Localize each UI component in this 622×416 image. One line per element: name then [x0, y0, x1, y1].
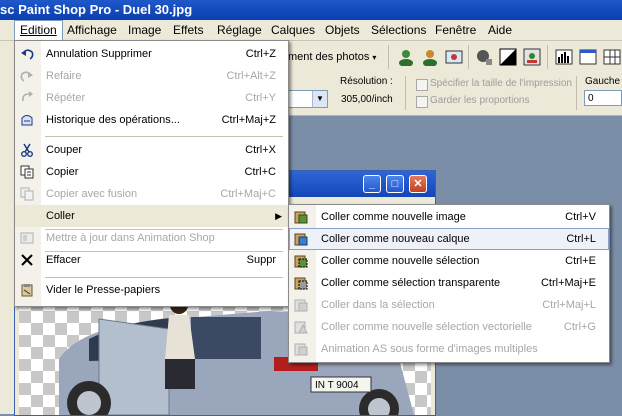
tools-palette — [0, 41, 15, 414]
clear-icon — [19, 252, 35, 268]
submenu-item-animation-multiple-images[interactable]: Animation AS sous forme d'images multipl… — [289, 338, 609, 360]
menu-item-paste[interactable]: Coller ▶ — [15, 205, 288, 227]
menu-objets[interactable]: Objets — [320, 20, 365, 40]
paste-vector-icon — [293, 319, 309, 335]
paste-image-icon — [293, 209, 309, 225]
sharpen-icon[interactable] — [472, 45, 496, 69]
print-size-label: Spécifier la taille de l'impression — [430, 78, 572, 89]
submenu-item-paste-into-selection[interactable]: Coller dans la sélection Ctrl+Maj+L — [289, 294, 609, 316]
toolbar-divider — [405, 76, 406, 110]
color-adjust-icon[interactable] — [520, 45, 544, 69]
menubar: Edition Affichage Image Effets Réglage C… — [0, 20, 622, 41]
submenu-item-paste-transparent-selection[interactable]: Coller comme sélection transparente Ctrl… — [289, 272, 609, 294]
menu-item-undo[interactable]: Annulation Supprimer Ctrl+Z — [15, 43, 288, 65]
grid-icon[interactable] — [600, 45, 622, 69]
menu-image[interactable]: Image — [123, 20, 166, 40]
paste-into-icon — [293, 297, 309, 313]
print-size-checkbox[interactable] — [416, 79, 428, 91]
menu-item-copy[interactable]: Copier Ctrl+C — [15, 161, 288, 183]
animation-frames-icon — [293, 341, 309, 357]
window-title: sc Paint Shop Pro - Duel 30.jpg — [0, 2, 193, 17]
preset-dropdown[interactable]: ▼ — [288, 90, 328, 108]
histogram-icon[interactable] — [552, 45, 576, 69]
people-icon-2[interactable] — [418, 45, 442, 69]
keep-proportions-checkbox[interactable] — [416, 96, 428, 108]
submenu-item-paste-new-layer[interactable]: Coller comme nouveau calque Ctrl+L — [289, 228, 609, 250]
submenu-item-paste-vector-selection[interactable]: Coller comme nouvelle sélection vectorie… — [289, 316, 609, 338]
menu-aide[interactable]: Aide — [483, 20, 517, 40]
menu-item-cut[interactable]: Couper Ctrl+X — [15, 139, 288, 161]
toolbar-divider — [388, 45, 389, 69]
menu-reglage[interactable]: Réglage — [212, 20, 267, 40]
close-button[interactable]: ✕ — [409, 175, 427, 193]
scissors-icon — [19, 142, 35, 158]
minimize-button[interactable]: _ — [363, 175, 381, 193]
repeat-icon — [19, 90, 35, 106]
people-icon-1[interactable] — [394, 45, 418, 69]
paste-selection-icon — [293, 253, 309, 269]
chevron-down-icon: ▼ — [312, 91, 327, 107]
menu-separator — [45, 136, 283, 137]
menu-calques[interactable]: Calques — [266, 20, 320, 40]
menu-item-repeat[interactable]: Répéter Ctrl+Y — [15, 87, 288, 109]
menu-affichage[interactable]: Affichage — [62, 20, 122, 40]
photo-enhancement-button[interactable]: ment des photos ▾ — [288, 47, 386, 67]
toolbar-divider — [468, 45, 469, 69]
keep-proportions-label: Garder les proportions — [430, 95, 530, 106]
left-field-input[interactable]: 0 — [584, 90, 622, 106]
toolbar-divider — [547, 45, 548, 69]
maximize-button[interactable]: □ — [386, 175, 404, 193]
animation-shop-icon — [19, 230, 35, 246]
menu-item-history[interactable]: Historique des opérations... Ctrl+Maj+Z — [15, 109, 288, 131]
contrast-icon[interactable] — [496, 45, 520, 69]
copy-icon — [19, 164, 35, 180]
menu-effets[interactable]: Effets — [168, 20, 208, 40]
resolution-label: Résolution : — [340, 76, 393, 87]
submenu-item-paste-new-selection[interactable]: Coller comme nouvelle sélection Ctrl+E — [289, 250, 609, 272]
copy-merged-icon — [19, 186, 35, 202]
empty-clipboard-icon — [19, 282, 35, 298]
window-layout-icon[interactable] — [576, 45, 600, 69]
history-icon — [19, 112, 35, 128]
menu-edition[interactable]: Edition — [14, 20, 63, 40]
undo-icon — [19, 46, 35, 62]
left-field-label: Gauche — [585, 76, 621, 87]
license-plate-text: IN T 9004 — [315, 380, 359, 391]
menu-separator — [45, 277, 283, 278]
menu-item-empty-clipboard[interactable]: Vider le Presse-papiers — [15, 279, 288, 301]
dropdown-arrow-icon: ▾ — [372, 53, 377, 62]
picture-frame-icon[interactable] — [442, 45, 466, 69]
redo-icon — [19, 68, 35, 84]
menu-selections[interactable]: Sélections — [366, 20, 431, 40]
submenu-arrow-icon: ▶ — [275, 211, 282, 221]
menu-fenetre[interactable]: Fenêtre — [430, 20, 481, 40]
toolbar-divider — [576, 76, 577, 110]
menu-item-update-animation-shop[interactable]: Mettre à jour dans Animation Shop — [15, 227, 288, 249]
menu-item-clear[interactable]: Effacer Suppr — [15, 249, 288, 271]
app-titlebar: sc Paint Shop Pro - Duel 30.jpg — [0, 0, 622, 20]
paste-submenu: Coller comme nouvelle image Ctrl+V Colle… — [288, 204, 610, 363]
menu-item-redo[interactable]: Refaire Ctrl+Alt+Z — [15, 65, 288, 87]
menu-item-copy-merged[interactable]: Copier avec fusion Ctrl+Maj+C — [15, 183, 288, 205]
resolution-value: 305,00/inch — [341, 94, 393, 105]
submenu-item-paste-new-image[interactable]: Coller comme nouvelle image Ctrl+V — [289, 206, 609, 228]
paste-transparent-icon — [293, 275, 309, 291]
paste-layer-icon — [293, 231, 309, 247]
edit-menu: Annulation Supprimer Ctrl+Z Refaire Ctrl… — [14, 40, 289, 307]
